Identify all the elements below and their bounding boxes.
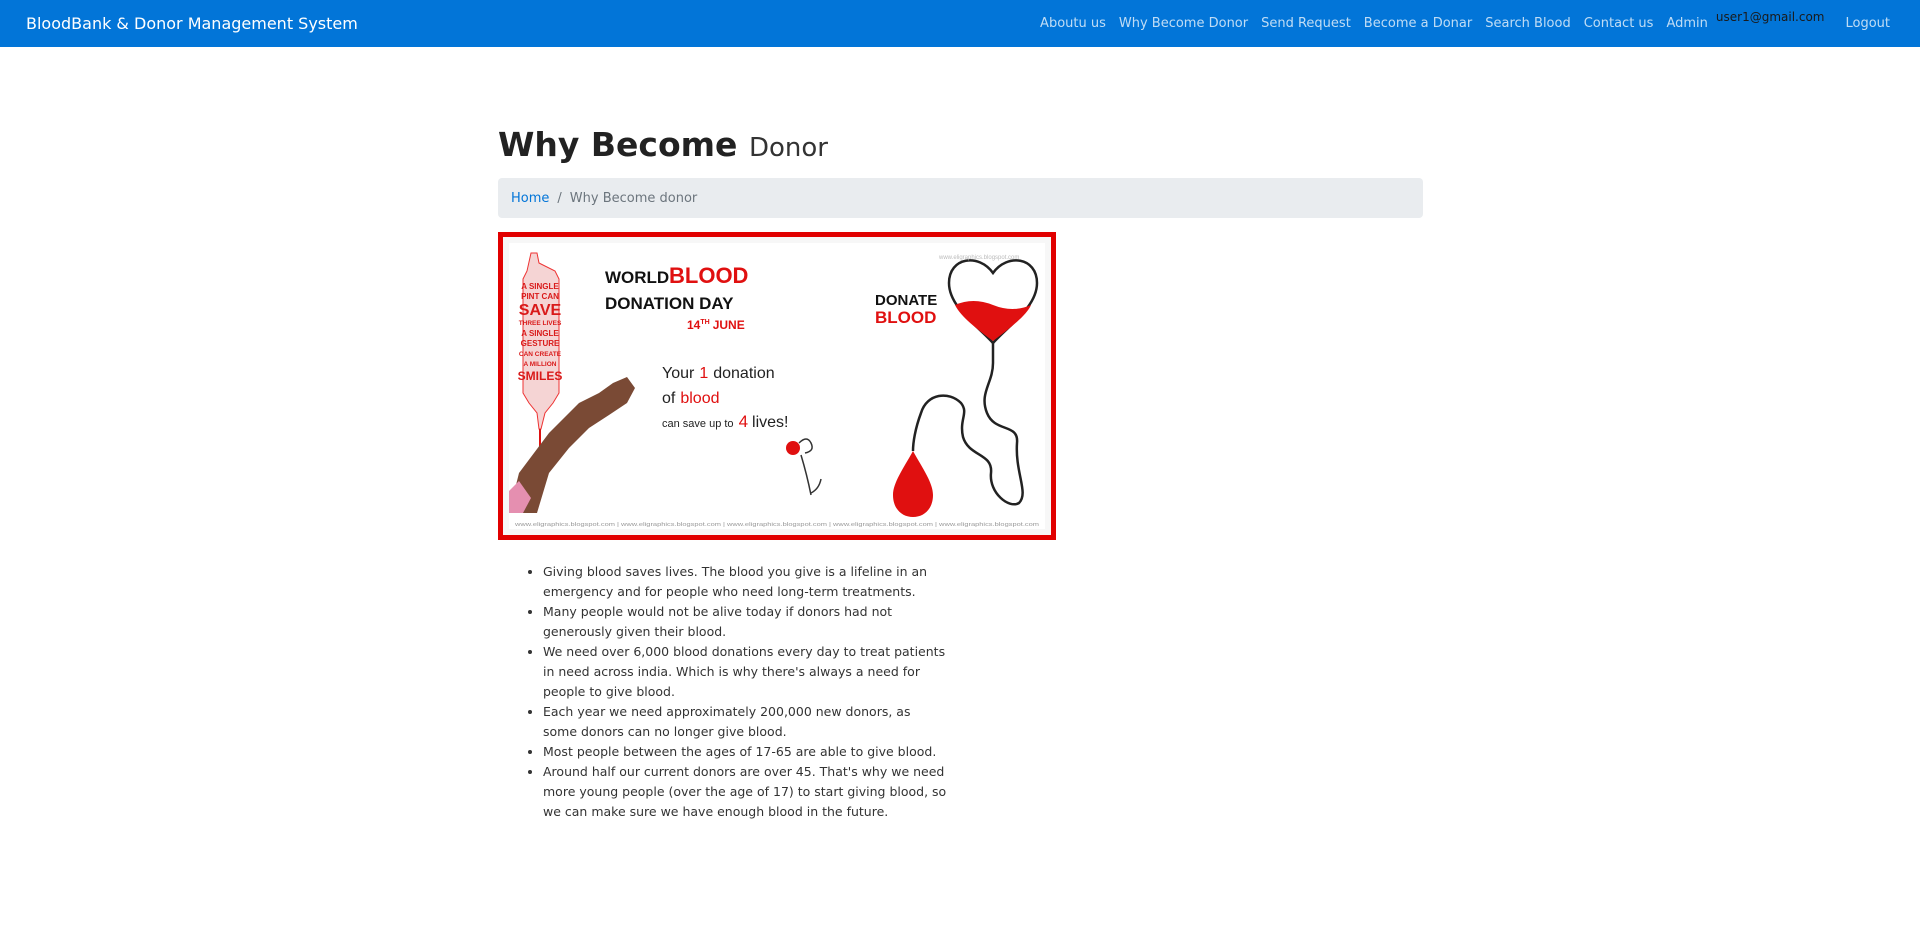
list-item: Giving blood saves lives. The blood you … xyxy=(543,562,948,602)
bag-line-6: GESTURE xyxy=(521,339,560,348)
nav-about-us[interactable]: Aboutu us xyxy=(1040,16,1106,31)
nav-why-become-donor[interactable]: Why Become Donor xyxy=(1119,16,1248,31)
user-email: user1@gmail.com xyxy=(1715,10,1825,24)
flower-icon xyxy=(786,441,800,455)
reasons-list: Giving blood saves lives. The blood you … xyxy=(498,562,948,822)
banner-your-donation: Your 1 donation xyxy=(662,365,775,382)
page-title-small: Donor xyxy=(748,133,828,163)
list-item: Around half our current donors are over … xyxy=(543,762,948,822)
bag-line-2: PINT CAN xyxy=(521,292,559,301)
nav-admin[interactable]: Admin xyxy=(1666,16,1707,31)
blood-tube-icon xyxy=(911,343,1024,506)
banner-illustration: A SINGLE PINT CAN SAVE THREE LIVES A SIN… xyxy=(509,252,1040,528)
bag-line-8: A MILLION xyxy=(524,361,557,368)
list-item: Each year we need approximately 200,000 … xyxy=(543,702,948,742)
banner-donate-blood: BLOOD xyxy=(875,308,936,327)
heart-blood-fill xyxy=(955,301,1031,341)
nav-send-request[interactable]: Send Request xyxy=(1261,16,1351,31)
banner-world: WORLD xyxy=(605,268,669,287)
page-title: Why Become Donor xyxy=(498,124,1423,169)
banner-site-watermark: www.eligraphics.blogspot.com xyxy=(938,255,1019,261)
banner-can-save: can save up to 4 lives! xyxy=(662,412,788,431)
bag-line-4: THREE LIVES xyxy=(519,320,562,327)
blood-drop-icon xyxy=(893,451,933,517)
breadcrumb-home-link[interactable]: Home xyxy=(511,191,549,206)
blood-donation-banner: A SINGLE PINT CAN SAVE THREE LIVES A SIN… xyxy=(498,232,1056,540)
banner-donate: DONATE xyxy=(875,292,937,309)
banner-date: 14TH JUNE xyxy=(687,318,745,332)
banner-footer-watermark: www.eligraphics.blogspot.com | www.eligr… xyxy=(514,522,1040,528)
list-item: Many people would not be alive today if … xyxy=(543,602,948,642)
nav-become-donor[interactable]: Become a Donar xyxy=(1364,16,1472,31)
nav-contact-us[interactable]: Contact us xyxy=(1584,16,1654,31)
list-item: Most people between the ages of 17-65 ar… xyxy=(543,742,948,762)
page-title-main: Why Become xyxy=(498,125,738,164)
flower-stem xyxy=(798,438,822,496)
bag-line-1: A SINGLE xyxy=(521,282,559,291)
top-navbar: BloodBank & Donor Management System Abou… xyxy=(0,0,1920,47)
breadcrumb-separator: / xyxy=(557,190,562,206)
main-container: Why Become Donor Home / Why Become donor… xyxy=(498,124,1423,822)
breadcrumb: Home / Why Become donor xyxy=(498,178,1423,218)
bag-line-7: CAN CREATE xyxy=(519,351,562,358)
banner-of-blood: of blood xyxy=(662,390,720,407)
nav-links: Aboutu us Why Become Donor Send Request … xyxy=(1027,0,1890,47)
nav-search-blood[interactable]: Search Blood xyxy=(1485,16,1570,31)
bag-line-3: SAVE xyxy=(519,302,562,319)
banner-donation-day: DONATION DAY xyxy=(605,294,734,313)
banner-canvas: A SINGLE PINT CAN SAVE THREE LIVES A SIN… xyxy=(509,243,1045,529)
brand-link[interactable]: BloodBank & Donor Management System xyxy=(26,0,358,47)
bag-line-9: SMILES xyxy=(518,369,563,383)
bag-line-5: A SINGLE xyxy=(521,329,559,338)
breadcrumb-current: Why Become donor xyxy=(569,190,698,206)
banner-blood-title: BLOOD xyxy=(669,263,748,288)
list-item: We need over 6,000 blood donations every… xyxy=(543,642,948,702)
nav-logout[interactable]: Logout xyxy=(1845,16,1890,31)
